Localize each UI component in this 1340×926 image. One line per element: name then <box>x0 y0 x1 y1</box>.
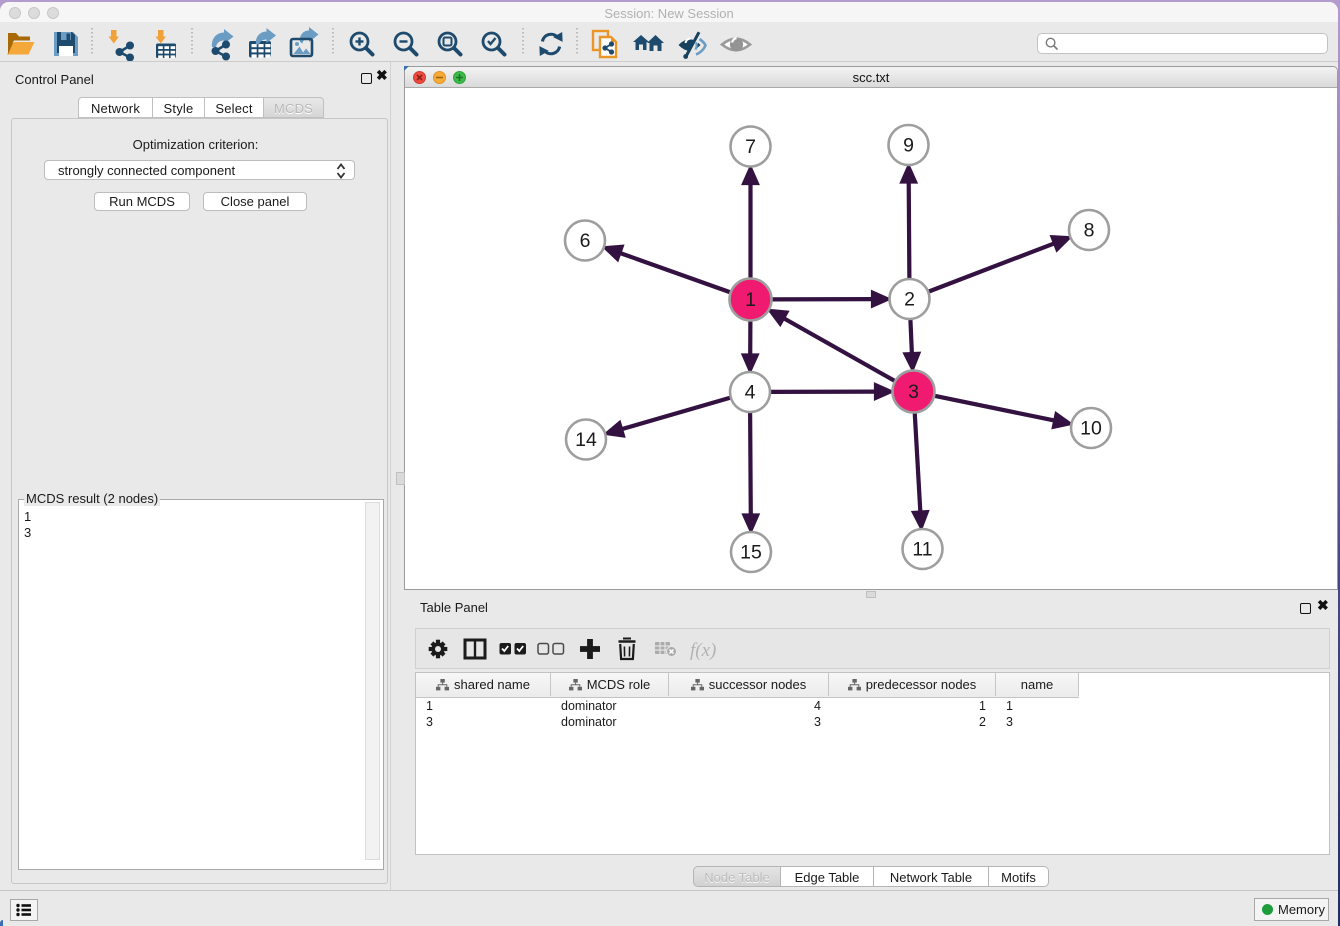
svg-text:7: 7 <box>745 136 756 158</box>
svg-text:2: 2 <box>904 289 915 311</box>
svg-text:11: 11 <box>912 539 932 561</box>
svg-text:4: 4 <box>745 382 756 404</box>
svg-text:15: 15 <box>740 542 762 564</box>
svg-text:10: 10 <box>1080 418 1102 440</box>
svg-text:9: 9 <box>903 135 914 157</box>
svg-text:8: 8 <box>1084 220 1095 242</box>
svg-text:3: 3 <box>908 381 919 403</box>
svg-text:14: 14 <box>575 429 597 451</box>
svg-text:6: 6 <box>580 230 591 252</box>
svg-text:f(x): f(x) <box>690 640 716 661</box>
svg-text:1: 1 <box>745 289 756 311</box>
